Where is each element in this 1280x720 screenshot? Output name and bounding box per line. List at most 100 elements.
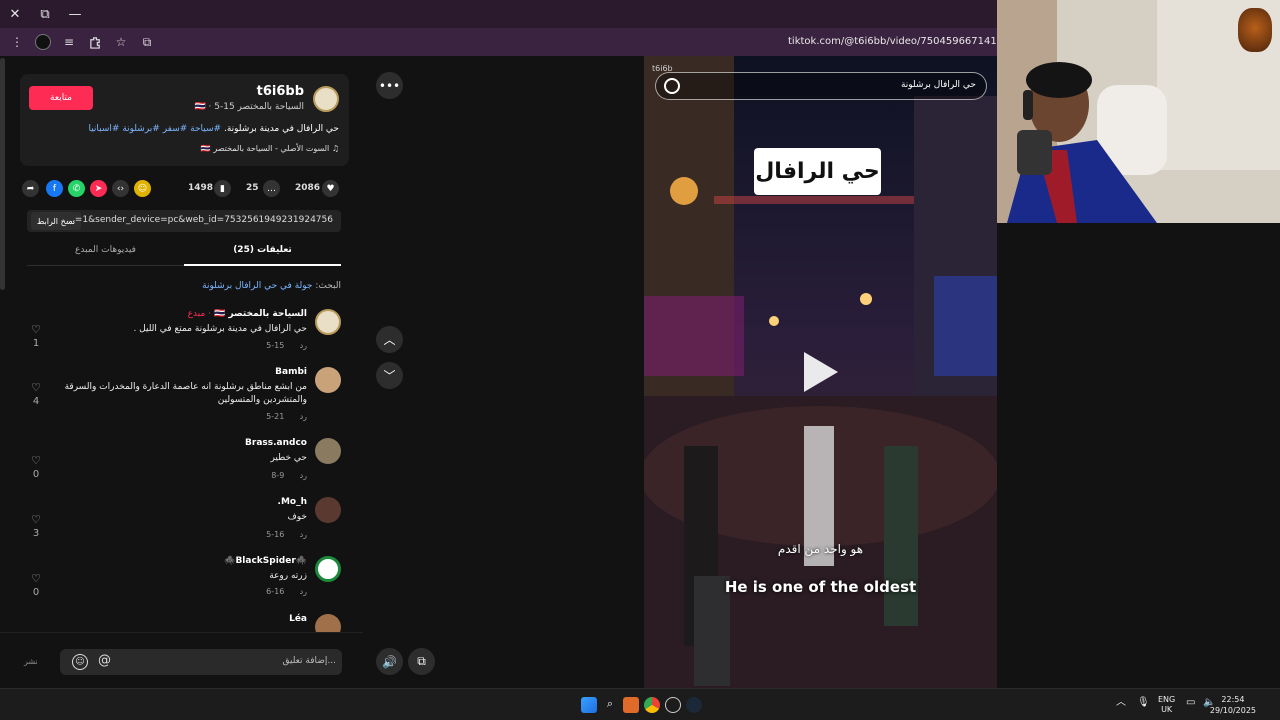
send-share-icon[interactable]: ➤ [90,180,107,197]
heart-outline-icon[interactable]: ♡ [27,381,45,394]
site-settings-icon[interactable]: ⧉ [136,31,158,53]
comment-author-name[interactable]: Bambi [275,367,307,377]
panel-scrollbar[interactable] [0,58,5,290]
comment-bubble-icon[interactable]: … [263,180,280,197]
chrome-icon[interactable] [644,697,660,713]
comment-placeholder: إضافة تعليق... [282,656,336,666]
follow-button[interactable]: متابعة [29,86,93,110]
volume-icon[interactable]: 🔊 [376,648,403,675]
share-link-text[interactable]: ...=1&sender_device=pc&web_id=7532561949… [66,215,333,225]
reply-button[interactable]: رد [300,471,307,480]
heart-outline-icon[interactable]: ♡ [27,454,45,467]
comment-like[interactable]: ♡ 3 [27,513,45,539]
comment-input[interactable]: ☺ @ إضافة تعليق... [60,649,342,675]
search-icon[interactable] [664,78,680,94]
comment-author-name[interactable]: 🕷️BlackSpider🕷️ [224,556,307,566]
music-line[interactable]: ♫ السوت الأصلي - السياحة بالمختصر 🇹🇭 [201,144,339,153]
reply-button[interactable]: رد [300,341,307,350]
video-search-overlay[interactable]: حي الرافال برشلونة [655,72,987,100]
search-query-link[interactable]: جولة في حي الرافال برشلونة [202,281,312,291]
comment-avatar[interactable] [315,497,341,523]
post-info-card: متابعة t6i6bb السياحة بالمختصر 🇹🇭 · 5-15… [20,74,349,166]
reply-button[interactable]: رد [300,412,307,421]
emoji-icon[interactable]: ☺ [72,654,88,670]
language-indicator[interactable]: ENG UK [1158,695,1175,715]
playlist-icon[interactable]: ≡ [58,31,80,53]
lang-code: ENG [1158,695,1176,704]
minimize-window-button[interactable]: — [60,0,90,28]
address-bar[interactable]: tiktok.com/@t6i6bb/video/750459667141891… [788,28,1008,56]
description-text: حي الرافال في مدينة برشلونة. [223,124,339,134]
hashtag-links[interactable]: #سياحة #سفر #برشلونة #اسبانيا [88,124,221,134]
comment-avatar[interactable] [315,367,341,393]
comment-author-name[interactable]: Mo_h. [278,497,307,507]
friends-share-icon[interactable]: ☺ [134,180,151,197]
comment-text: حي خطير [270,453,307,463]
start-windows-icon[interactable] [581,697,597,713]
video-player[interactable]: t6i6b حي الرافال برشلونة حي الرافال هو و… [644,56,997,688]
microphone-icon[interactable]: 🎙 [1137,698,1150,708]
heart-icon[interactable]: ♥ [322,180,339,197]
app-circle-icon[interactable] [665,697,681,713]
author-avatar[interactable] [313,86,339,112]
comment-like[interactable]: ♡ 1 [27,323,45,349]
menu-dots-icon[interactable]: ⋮ [6,31,28,53]
comment-author-name[interactable]: السياحة بالمختصر 🇹🇭 [214,309,307,319]
video-side-controls: ••• ︿ ﹀ 🔊 ⧉ [363,56,644,688]
comment-avatar[interactable] [315,556,341,582]
comment-item: Brass.andco حي خطير 8-9 رد ♡ 0 [27,438,341,488]
reply-button[interactable]: رد [300,530,307,539]
comment-like[interactable]: ♡ 0 [27,454,45,480]
search-taskbar-icon[interactable]: ⌕ [602,697,618,713]
tab-comments[interactable]: (25) تعليقات [184,245,341,266]
next-video-icon[interactable]: ﹀ [376,362,403,389]
bookmark-icon[interactable]: ▮ [214,180,231,197]
share-icon[interactable]: ➦ [22,180,39,197]
close-window-button[interactable]: ✕ [0,0,30,28]
app-a-icon[interactable] [623,697,639,713]
play-icon[interactable] [804,352,838,392]
whatsapp-share-icon[interactable]: ✆ [68,180,85,197]
related-search[interactable]: البحث: جولة في حي الرافال برشلونة [202,281,341,291]
picture-in-picture-icon[interactable]: ⧉ [408,648,435,675]
profile-avatar-icon[interactable] [35,34,51,50]
restore-window-button[interactable]: ⧉ [30,0,60,28]
system-clock[interactable]: 22:54 29/10/2025 [1210,694,1256,716]
comment-author-name[interactable]: Brass.andco [245,438,307,448]
show-hidden-icons[interactable]: ︿ [1116,698,1126,708]
comment-text: حي الرافال في مدينة برشلونة ممتع في اللي… [133,324,307,334]
comment-like[interactable]: ♡ 4 [27,381,45,407]
comment-text: خوف [287,512,307,522]
comment-like-count: 0 [32,587,40,598]
mention-icon[interactable]: @ [98,653,111,668]
comment-avatar[interactable] [315,309,341,335]
extensions-icon[interactable] [84,31,106,53]
facebook-share-icon[interactable]: f [46,180,63,197]
reply-button[interactable]: رد [300,587,307,596]
previous-video-icon[interactable]: ︿ [376,326,403,353]
author-username[interactable]: t6i6bb [257,84,304,99]
heart-outline-icon[interactable]: ♡ [27,513,45,526]
heart-outline-icon[interactable]: ♡ [27,323,45,336]
music-title[interactable]: السوت الأصلي - السياحة بالمختصر 🇹🇭 [201,144,329,153]
heart-outline-icon[interactable]: ♡ [27,572,45,585]
creator-badge: · مبدع [187,309,211,319]
comment-meta: 5-15 رد [266,341,307,350]
tab-creator-videos[interactable]: فيديوهات المبدع [27,245,184,255]
steam-icon[interactable] [686,697,702,713]
bookmark-star-icon[interactable]: ☆ [110,31,132,53]
comment-author-name[interactable]: Léa [289,614,307,624]
post-comment-button[interactable]: نشر [24,657,38,666]
comment-avatar[interactable] [315,438,341,464]
caption-english: He is one of the oldest [724,578,917,596]
network-icon[interactable]: ▭ [1186,698,1195,708]
comment-author[interactable]: السياحة بالمختصر 🇹🇭 · مبدع [188,309,307,319]
comment-like-count: 0 [32,469,40,480]
post-description: حي الرافال في مدينة برشلونة. #سياحة #سفر… [88,124,339,134]
action-bar: ➦ f ✆ ➤ ‹› ☺ 1498 ▮ 25 … 2086 ♥ [22,178,342,200]
comment-meta: 5-21 رد [266,412,307,421]
embed-code-icon[interactable]: ‹› [112,180,129,197]
share-link-box: نسخ الرابط ...=1&sender_device=pc&web_id… [27,210,341,232]
comment-like[interactable]: ♡ 0 [27,572,45,598]
more-options-icon[interactable]: ••• [376,72,403,99]
